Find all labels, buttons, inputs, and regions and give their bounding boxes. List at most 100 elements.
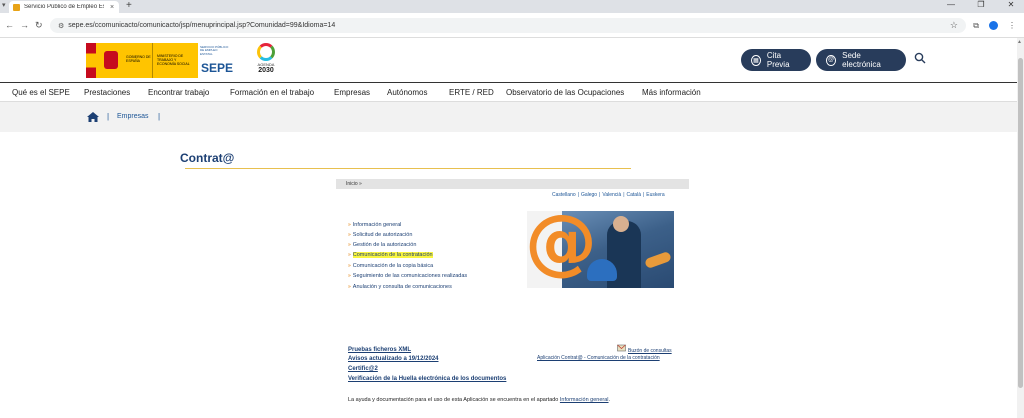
bullet-icon: » (348, 252, 351, 258)
forward-icon[interactable]: → (20, 20, 29, 30)
restore-icon[interactable]: ❐ (976, 0, 986, 9)
menu-item-solicitud[interactable]: » Solicitud de autorización (348, 232, 412, 238)
help-text: La ayuda y documentación para el uso de … (348, 397, 610, 403)
favicon-icon (13, 3, 20, 11)
agenda-2030-logo[interactable]: AGENDA 2030 (253, 43, 279, 79)
new-tab-button[interactable]: + (126, 0, 132, 11)
home-icon[interactable] (87, 112, 99, 122)
url-text[interactable]: sepe.es/ccomunicacto/comunicacto/jsp/men… (68, 22, 335, 29)
inicio-link[interactable]: Inicio » (346, 181, 362, 187)
search-icon[interactable] (914, 52, 926, 64)
nav-encontrar-trabajo[interactable]: Encontrar trabajo (148, 88, 209, 97)
lang-separator: | (642, 192, 645, 198)
tab-close-icon[interactable]: × (110, 4, 114, 11)
breadcrumb: | Empresas | (0, 102, 1017, 132)
menu-item-gestion[interactable]: » Gestión de la autorización (348, 242, 416, 248)
nav-que-es-sepe[interactable]: Qué es el SEPE (12, 88, 70, 97)
extensions-icon[interactable]: ⧉ (973, 21, 979, 31)
government-logo[interactable]: GOBIERNO DE ESPAÑA MINISTERIO DE TRABAJO… (86, 43, 242, 78)
nav-autonomos[interactable]: Autónomos (387, 88, 427, 97)
at-logo-icon: @ (527, 211, 597, 283)
back-icon[interactable]: ← (5, 20, 14, 30)
link-avisos[interactable]: Avisos actualizado a 19/12/2024 (348, 356, 439, 362)
at-sign-icon: @ (826, 54, 837, 66)
browser-toolbar: ← → ↻ ⚙ sepe.es/ccomunicacto/comunicacto… (0, 13, 1024, 38)
page-scrollbar[interactable]: ▲ (1017, 38, 1024, 418)
menu-item-anulacion[interactable]: » Anulación y consulta de comunicaciones (348, 284, 452, 290)
tab-title: Servicio Público de Empleo Est (24, 4, 104, 10)
coat-of-arms-icon (96, 43, 126, 78)
sede-electronica-button[interactable]: @ Sede electrónica (816, 49, 906, 71)
worker-head (613, 216, 629, 232)
scrollbar-thumb[interactable] (1018, 58, 1023, 388)
bullet-icon: » (348, 263, 351, 269)
bookmark-star-icon[interactable]: ☆ (950, 20, 958, 31)
lang-euskera[interactable]: Euskera (646, 192, 664, 198)
calendar-icon: ▦ (751, 54, 761, 66)
nav-empresas[interactable]: Empresas (334, 88, 370, 97)
menu-kebab-icon[interactable]: ⋮ (1008, 21, 1016, 31)
breadcrumb-separator: | (107, 112, 110, 121)
help-text-prefix: La ayuda y documentación para el uso de … (348, 397, 559, 403)
link-certifica2[interactable]: Certific@2 (348, 366, 378, 372)
help-text-suffix: . (608, 397, 611, 403)
browser-tab[interactable]: Servicio Público de Empleo Est × (9, 1, 119, 13)
mailbox-icon[interactable] (617, 344, 626, 352)
menu-item-label: Solicitud de autorización (352, 232, 413, 238)
main-navigation: Qué es el SEPE Prestaciones Encontrar tr… (0, 82, 1017, 102)
breadcrumb-separator-end: | (158, 112, 161, 121)
inicio-bar: Inicio » (336, 179, 689, 189)
aplicacion-contrata-link[interactable]: Aplicación Contrat@ - Comunicación de la… (537, 355, 660, 361)
bullet-icon: » (348, 284, 351, 290)
spain-flag-icon (86, 43, 96, 78)
contrata-hero-image: @ (527, 211, 674, 288)
close-window-icon[interactable]: ✕ (1006, 0, 1016, 9)
nav-erte-red[interactable]: ERTE / RED (449, 88, 494, 97)
lang-separator: | (599, 192, 601, 198)
buzon-consultas-link[interactable]: Buzón de consultas (628, 348, 672, 354)
sede-electronica-label: Sede electrónica (842, 51, 881, 69)
logo-gobierno-text: GOBIERNO DE ESPAÑA (126, 43, 152, 78)
title-divider (185, 168, 631, 169)
cita-previa-button[interactable]: ▦ Cita Previa (741, 49, 811, 71)
cita-previa-label: Cita Previa (766, 51, 790, 69)
agenda-year: 2030 (258, 67, 274, 74)
lang-separator: | (623, 192, 625, 198)
bullet-icon: » (348, 222, 351, 228)
site-info-icon[interactable]: ⚙ (58, 22, 64, 30)
breadcrumb-empresas[interactable]: Empresas (117, 113, 149, 120)
address-bar[interactable]: ⚙ sepe.es/ccomunicacto/comunicacto/jsp/m… (50, 18, 966, 33)
language-selector: Castellano | Galego | Valencià | Català | Eusker… (551, 192, 666, 198)
lang-galego[interactable]: Galego (581, 192, 597, 198)
menu-item-informacion-general[interactable]: » Información general (348, 222, 401, 228)
menu-item-comunicacion-contratacion[interactable]: » Comunicación de la contratación (348, 252, 433, 258)
bullet-icon: » (348, 232, 351, 238)
menu-item-seguimiento[interactable]: » Seguimiento de las comunicaciones reali… (348, 273, 467, 279)
profile-avatar-icon[interactable] (989, 21, 998, 30)
nav-mas-informacion[interactable]: Más información (642, 88, 701, 97)
lang-catala[interactable]: Català (627, 192, 641, 198)
window-controls: — ❐ ✕ (946, 0, 1016, 9)
tab-search-icon[interactable]: ▾ (2, 1, 6, 9)
help-info-general-link[interactable]: Información general (560, 397, 609, 403)
toolbar-right: ⧉ ⋮ (973, 21, 1016, 31)
page-title: Contrat@ (180, 151, 235, 165)
scroll-up-icon[interactable]: ▲ (1017, 39, 1022, 45)
link-verificacion-huella[interactable]: Verificación de la Huella electrónica de… (348, 376, 506, 382)
link-pruebas-xml[interactable]: Pruebas ficheros XML (348, 347, 411, 353)
menu-item-label: Comunicación de la copia básica (352, 263, 434, 269)
lang-valencia[interactable]: Valencià (602, 192, 621, 198)
nav-formacion[interactable]: Formación en el trabajo (230, 88, 314, 97)
minimize-icon[interactable]: — (946, 0, 956, 9)
menu-item-copia-basica[interactable]: » Comunicación de la copia básica (348, 263, 433, 269)
browser-tab-bar: ▾ Servicio Público de Empleo Est × + — ❐… (0, 0, 1024, 13)
sdg-wheel-icon (257, 43, 275, 61)
nav-observatorio[interactable]: Observatorio de las Ocupaciones (506, 88, 624, 97)
lang-castellano[interactable]: Castellano (552, 192, 576, 198)
site-header: GOBIERNO DE ESPAÑA MINISTERIO DE TRABAJO… (0, 38, 1017, 82)
nav-prestaciones[interactable]: Prestaciones (84, 88, 130, 97)
menu-item-label: Seguimiento de las comunicaciones realiz… (352, 273, 468, 279)
reload-icon[interactable]: ↻ (35, 20, 43, 31)
sepe-logo-text: SEPE (201, 61, 234, 75)
menu-item-label: Gestión de la autorización (352, 242, 417, 248)
